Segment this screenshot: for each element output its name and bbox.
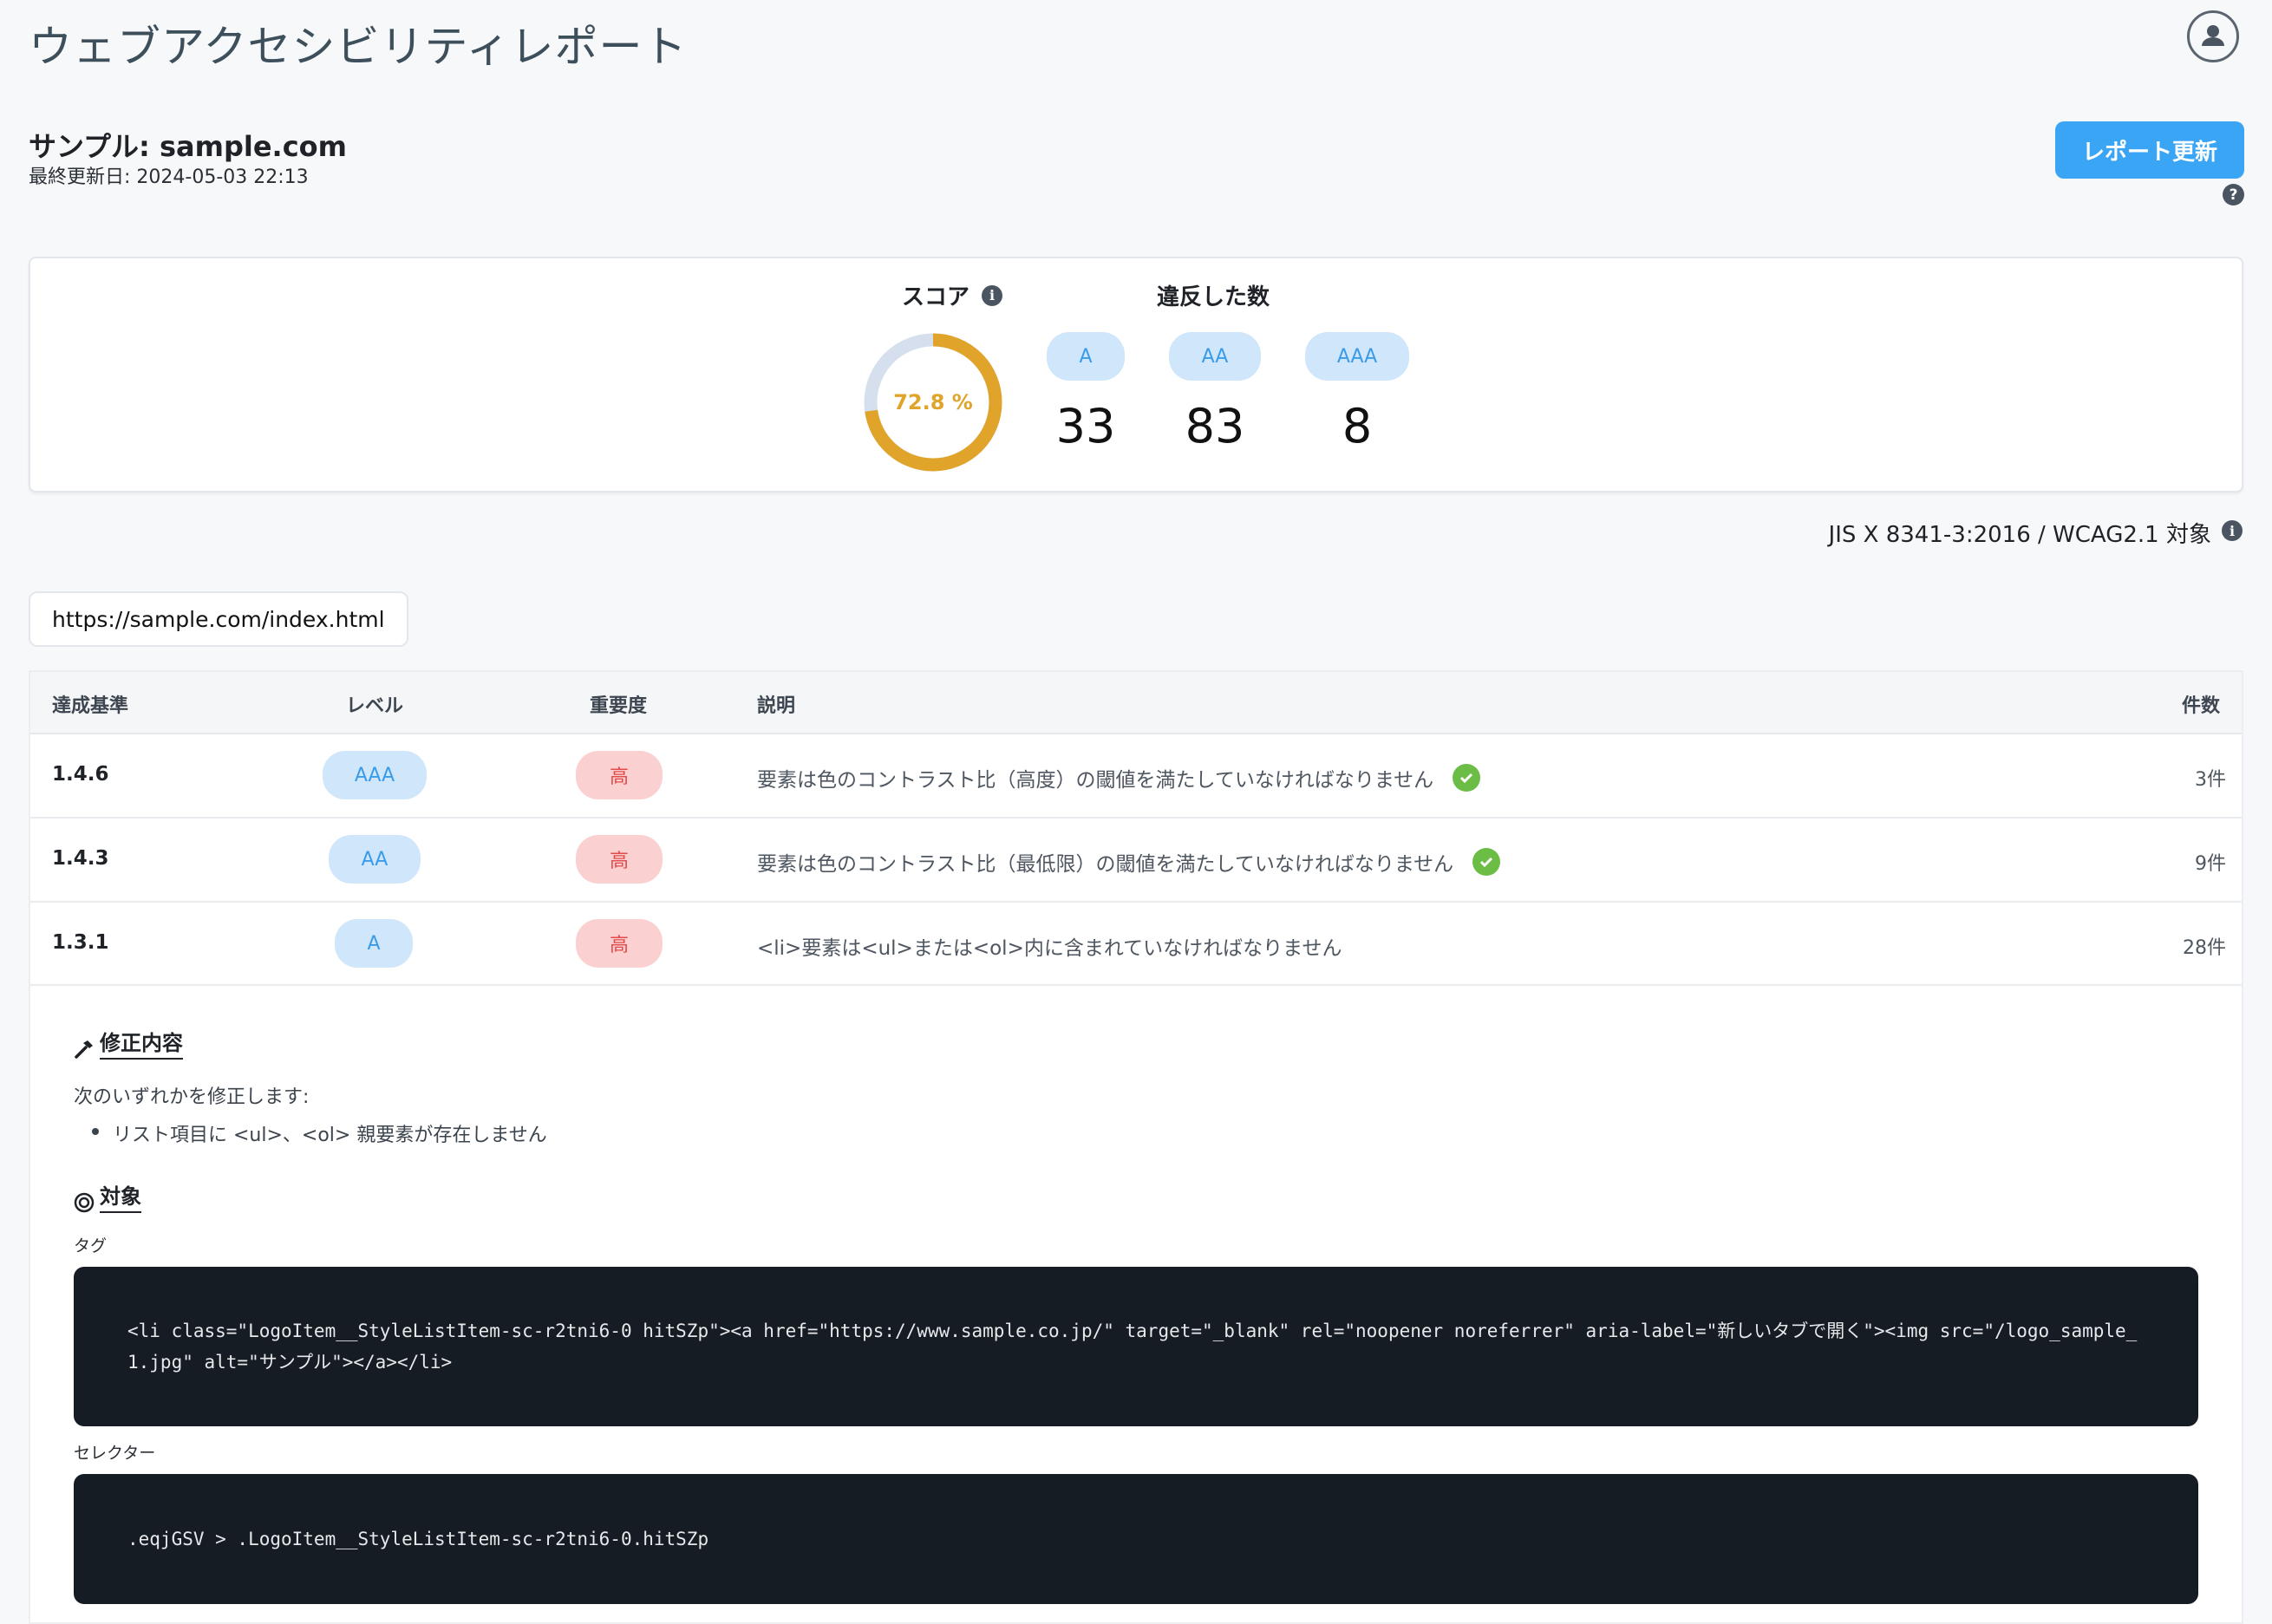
tag-code: <li class="LogoItem__StyleListItem-sc-r2… <box>127 1321 2138 1373</box>
fix-section-title: 修正内容 <box>74 1026 183 1060</box>
selector-label: セレクター <box>74 1444 156 1463</box>
header-count: 件数 <box>2182 695 2221 717</box>
row-description-text: 要素は色のコントラスト比（最低限）の閾値を満たしていなければなりません <box>757 853 1454 876</box>
target-title: 対象 <box>100 1179 141 1213</box>
header-criterion: 達成基準 <box>52 695 129 717</box>
refresh-report-button[interactable]: レポート更新 <box>2055 121 2244 179</box>
tag-code-block[interactable]: <li class="LogoItem__StyleListItem-sc-r2… <box>74 1267 2198 1426</box>
url-tab[interactable]: https://sample.com/index.html <box>29 591 408 647</box>
header-description: 説明 <box>757 695 796 717</box>
row-divider <box>30 984 2242 986</box>
fix-intro: 次のいずれかを修正します: <box>74 1086 310 1108</box>
target-icon <box>74 1192 95 1213</box>
row-level-badge: AA <box>329 835 421 884</box>
row-level-badge: AAA <box>323 751 427 799</box>
row-description-text: 要素は色のコントラスト比（高度）の閾値を満たしていなければなりません <box>757 769 1434 792</box>
row-count: 9件 <box>2195 853 2226 875</box>
site-title: サンプル: sample.com <box>29 130 347 163</box>
row-severity-badge: 高 <box>576 835 663 884</box>
level-aa-count: 83 <box>1185 399 1245 453</box>
row-count: 28件 <box>2183 937 2226 959</box>
row-level-badge: A <box>335 919 413 968</box>
level-aaa-badge: AAA <box>1305 332 1409 381</box>
row-count: 3件 <box>2195 769 2226 791</box>
check-icon <box>1453 764 1481 792</box>
selector-code: .eqjGSV > .LogoItem__StyleListItem-sc-r2… <box>127 1529 709 1549</box>
row-description[interactable]: 要素は色のコントラスト比（高度）の閾値を満たしていなければなりません <box>757 763 1481 792</box>
violations-label: 違反した数 <box>1157 284 1270 310</box>
standard-info-icon[interactable]: i <box>2222 520 2243 541</box>
fix-title: 修正内容 <box>100 1026 183 1060</box>
row-severity-badge: 高 <box>576 751 663 799</box>
page-title: ウェブアクセシビリティレポート <box>29 22 688 72</box>
target-section-title: 対象 <box>74 1179 141 1213</box>
level-a-badge: A <box>1047 332 1125 381</box>
selector-code-block[interactable]: .eqjGSV > .LogoItem__StyleListItem-sc-r2… <box>74 1474 2198 1604</box>
summary-card <box>29 257 2243 492</box>
row-divider <box>30 817 2242 819</box>
row-criterion[interactable]: 1.4.6 <box>52 763 109 786</box>
tag-label: タグ <box>74 1236 108 1256</box>
level-aa-badge: AA <box>1169 332 1261 381</box>
standard-label: JIS X 8341-3:2016 / WCAG2.1 対象 <box>1828 522 2211 548</box>
header-level: レベル <box>346 695 404 717</box>
last-updated: 最終更新日: 2024-05-03 22:13 <box>29 166 309 188</box>
header-severity: 重要度 <box>590 695 648 717</box>
score-label-text: スコア <box>902 284 970 310</box>
user-icon <box>2202 25 2224 46</box>
row-description[interactable]: <li>要素は<ul>または<ol>内に含まれていなければなりません <box>757 931 1342 961</box>
row-description[interactable]: 要素は色のコントラスト比（最低限）の閾値を満たしていなければなりません <box>757 847 1501 877</box>
info-icon[interactable]: i <box>982 284 1003 306</box>
hammer-icon <box>75 1040 93 1059</box>
user-avatar-button[interactable] <box>2187 10 2239 62</box>
help-icon[interactable]: ? <box>2223 184 2244 205</box>
bullet <box>92 1128 99 1135</box>
row-divider <box>30 901 2242 903</box>
row-criterion[interactable]: 1.4.3 <box>52 847 109 870</box>
check-icon <box>1472 848 1501 876</box>
score-value: 72.8 % <box>893 390 973 414</box>
fix-item: リスト項目に <ul>、<ol> 親要素が存在しません <box>113 1125 547 1146</box>
row-criterion[interactable]: 1.3.1 <box>52 931 109 954</box>
level-a-count: 33 <box>1055 399 1116 453</box>
score-label: スコア i <box>902 279 1003 311</box>
row-severity-badge: 高 <box>576 919 663 968</box>
level-aaa-count: 8 <box>1342 399 1373 453</box>
